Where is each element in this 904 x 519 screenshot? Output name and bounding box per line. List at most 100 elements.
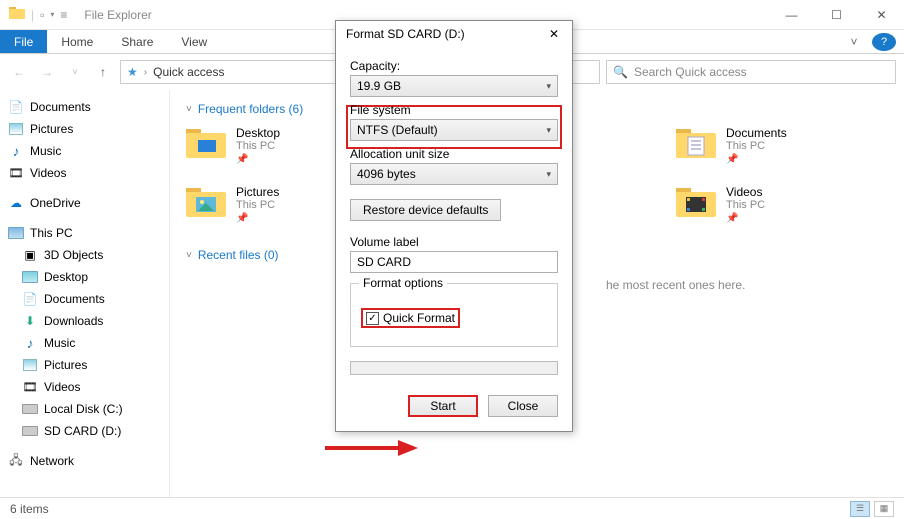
tab-file[interactable]: File: [0, 30, 47, 53]
capacity-select[interactable]: 19.9 GB▾: [350, 75, 558, 97]
back-button[interactable]: ←: [8, 61, 30, 83]
folder-icon: [186, 126, 226, 160]
folder-name: Desktop: [236, 126, 280, 140]
search-placeholder: Search Quick access: [634, 65, 747, 79]
overflow-icon[interactable]: ≡: [60, 8, 67, 22]
help-button[interactable]: ?: [872, 33, 896, 51]
3dobjects-icon: ▣: [22, 247, 38, 263]
dialog-title: Format SD CARD (D:): [346, 27, 546, 41]
sidebar-item-videos[interactable]: 🎞Videos: [0, 162, 169, 184]
sidebar-item-music2[interactable]: ♪Music: [0, 332, 169, 354]
tab-share[interactable]: Share: [107, 30, 167, 53]
format-options-fieldset: Format options ✓ Quick Format: [350, 283, 558, 347]
sidebar-item-network[interactable]: 🖧Network: [0, 450, 169, 472]
properties-icon[interactable]: ▫: [40, 8, 44, 22]
thumbnails-view-button[interactable]: ▦: [874, 501, 894, 517]
thispc-icon: [8, 225, 24, 241]
folder-subtitle: This PC: [236, 140, 280, 152]
drive-icon: [22, 423, 38, 439]
music-icon: ♪: [22, 335, 38, 351]
statusbar: 6 items ☰ ▦: [0, 497, 904, 519]
forward-button[interactable]: →: [36, 61, 58, 83]
folder-icon: [676, 126, 716, 160]
chevron-down-icon: ▾: [546, 169, 551, 180]
quick-access-icon: ★: [127, 65, 138, 79]
dropdown-icon[interactable]: ▾: [50, 10, 54, 19]
volume-label-label: Volume label: [350, 235, 558, 249]
chevron-right-icon: ›: [144, 67, 147, 78]
sidebar-item-music[interactable]: ♪Music: [0, 140, 169, 162]
downloads-icon: ⬇: [22, 313, 38, 329]
format-dialog: Format SD CARD (D:) ✕ Capacity: 19.9 GB▾…: [335, 20, 573, 432]
annotation-arrow: [320, 436, 420, 460]
filesystem-select[interactable]: NTFS (Default)▾: [350, 119, 558, 141]
sidebar-item-pictures[interactable]: Pictures: [0, 118, 169, 140]
music-icon: ♪: [8, 143, 24, 159]
chevron-down-icon: ▾: [546, 125, 551, 136]
sidebar-item-videos2[interactable]: 🎞Videos: [0, 376, 169, 398]
sidebar-item-sdcard[interactable]: SD CARD (D:): [0, 420, 169, 442]
format-options-legend: Format options: [359, 276, 447, 290]
pin-icon: 📌: [726, 213, 765, 224]
chevron-down-icon: ˅: [186, 250, 192, 261]
folder-icon: [186, 185, 226, 219]
sidebar-item-3dobjects[interactable]: ▣3D Objects: [0, 244, 169, 266]
divider: |: [31, 8, 34, 22]
pin-icon: 📌: [236, 213, 279, 224]
sidebar-item-documents2[interactable]: 📄Documents: [0, 288, 169, 310]
dialog-titlebar: Format SD CARD (D:) ✕: [336, 21, 572, 47]
chevron-down-icon: ▾: [546, 81, 551, 92]
sidebar-item-onedrive[interactable]: ☁OneDrive: [0, 192, 169, 214]
tab-view[interactable]: View: [167, 30, 221, 53]
filesystem-label: File system: [350, 103, 558, 117]
window-title: File Explorer: [84, 8, 151, 22]
recent-hint: he most recent ones here.: [606, 278, 888, 292]
folder-subtitle: This PC: [236, 199, 279, 211]
documents-icon: 📄: [8, 99, 24, 115]
tab-home[interactable]: Home: [47, 30, 107, 53]
close-button[interactable]: ✕: [859, 0, 904, 30]
search-input[interactable]: 🔍 Search Quick access: [606, 60, 896, 84]
sidebar-item-documents[interactable]: 📄Documents: [0, 96, 169, 118]
restore-defaults-button[interactable]: Restore device defaults: [350, 199, 501, 221]
volume-label-input[interactable]: SD CARD: [350, 251, 558, 273]
folder-documents[interactable]: Documents This PC 📌: [676, 126, 856, 165]
folder-icon: [9, 6, 25, 23]
maximize-button[interactable]: ☐: [814, 0, 859, 30]
details-view-button[interactable]: ☰: [850, 501, 870, 517]
minimize-button[interactable]: —: [769, 0, 814, 30]
pictures-icon: [22, 357, 38, 373]
quick-format-checkbox[interactable]: ✓ Quick Format: [361, 308, 460, 328]
pictures-icon: [8, 121, 24, 137]
progress-bar: [350, 361, 558, 375]
network-icon: 🖧: [8, 453, 24, 469]
folder-name: Videos: [726, 185, 765, 199]
start-button[interactable]: Start: [408, 395, 478, 417]
pin-icon: 📌: [236, 154, 280, 165]
breadcrumb[interactable]: Quick access: [153, 65, 224, 79]
dialog-close-button[interactable]: ✕: [546, 27, 562, 41]
sidebar-item-desktop[interactable]: Desktop: [0, 266, 169, 288]
capacity-label: Capacity:: [350, 59, 558, 73]
recent-locations-button[interactable]: ˅: [64, 61, 86, 83]
drive-icon: [22, 401, 38, 417]
folder-subtitle: This PC: [726, 140, 787, 152]
item-count: 6 items: [10, 502, 49, 516]
close-button[interactable]: Close: [488, 395, 558, 417]
folder-subtitle: This PC: [726, 199, 765, 211]
videos-icon: 🎞: [22, 379, 38, 395]
allocation-select[interactable]: 4096 bytes▾: [350, 163, 558, 185]
folder-videos[interactable]: Videos This PC 📌: [676, 185, 856, 224]
folder-name: Documents: [726, 126, 787, 140]
sidebar: 📄Documents Pictures ♪Music 🎞Videos ☁OneD…: [0, 90, 170, 497]
checkbox-icon: ✓: [366, 312, 379, 325]
expand-ribbon-icon[interactable]: ˅: [836, 35, 872, 49]
sidebar-item-thispc[interactable]: This PC: [0, 222, 169, 244]
quick-access-toolbar: | ▫ ▾ ≡: [0, 6, 76, 23]
sidebar-item-localdisk[interactable]: Local Disk (C:): [0, 398, 169, 420]
sidebar-item-downloads[interactable]: ⬇Downloads: [0, 310, 169, 332]
up-button[interactable]: ↑: [92, 61, 114, 83]
sidebar-item-pictures2[interactable]: Pictures: [0, 354, 169, 376]
allocation-label: Allocation unit size: [350, 147, 558, 161]
videos-icon: 🎞: [8, 165, 24, 181]
